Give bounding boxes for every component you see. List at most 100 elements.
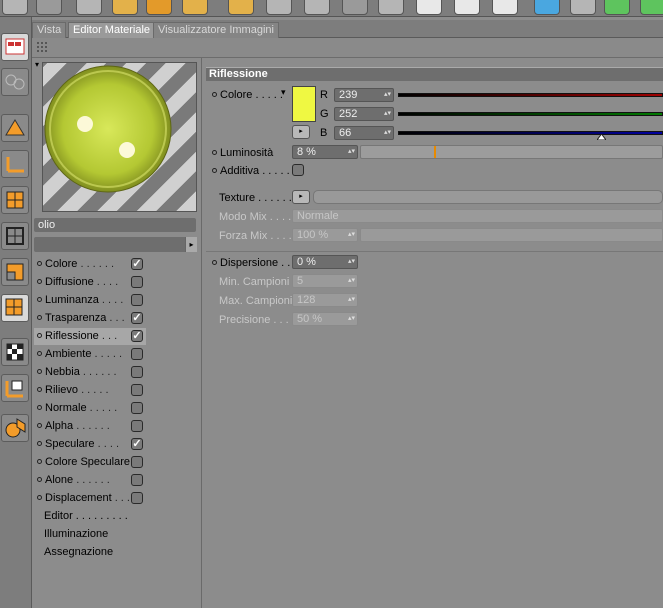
channel-luminanza[interactable]: Luminanza . . . .: [34, 292, 144, 309]
r-slider[interactable]: [398, 93, 663, 97]
array-icon[interactable]: [640, 0, 663, 15]
channel-speculare[interactable]: Speculare . . . . ✓: [34, 436, 144, 453]
scale-icon[interactable]: [146, 0, 172, 15]
tab-visualizzatore-immagini[interactable]: Visualizzatore Immagini: [153, 22, 279, 38]
r-label: R: [320, 89, 328, 101]
channel-alone[interactable]: Alone . . . . . .: [34, 472, 144, 489]
channel-dots: . . . .: [94, 438, 119, 450]
color-swatch[interactable]: [292, 86, 316, 122]
channel-checkbox[interactable]: [131, 456, 143, 468]
render-view-icon[interactable]: [416, 0, 442, 15]
tab-vista[interactable]: Vista: [32, 22, 67, 38]
y-axis-icon[interactable]: [304, 0, 330, 15]
channel-rilievo[interactable]: Rilievo . . . . .: [34, 382, 144, 399]
color-menu-icon[interactable]: ▾: [281, 87, 286, 98]
polygon-icon[interactable]: [1, 68, 29, 96]
mix-mode-select[interactable]: Normale: [292, 209, 663, 223]
channel-checkbox[interactable]: [131, 366, 143, 378]
g-slider[interactable]: [398, 112, 663, 116]
texture-icon[interactable]: [1, 338, 29, 366]
material-name-field[interactable]: olio: [34, 218, 196, 232]
tab-editor-materiale[interactable]: Editor Materiale: [68, 22, 156, 38]
channel-label: Luminanza: [45, 294, 99, 306]
b-field[interactable]: 66 ▴▾: [334, 126, 394, 140]
select-icon[interactable]: [76, 0, 102, 15]
r-field[interactable]: 239 ▴▾: [334, 88, 394, 102]
luminosity-slider-handle[interactable]: [434, 146, 436, 158]
render-settings-icon[interactable]: [492, 0, 518, 15]
channel-displacement[interactable]: Displacement . . .: [34, 490, 144, 507]
editor-item[interactable]: Editor . . . . . . . . .: [44, 508, 128, 525]
luminosity-field[interactable]: 8 % ▴▾: [292, 145, 358, 159]
channel-checkbox[interactable]: [131, 384, 143, 396]
luminosity-slider[interactable]: [360, 145, 663, 159]
channel-checkbox[interactable]: ✓: [131, 438, 143, 450]
g-field[interactable]: 252 ▴▾: [334, 107, 394, 121]
texture-field[interactable]: [313, 190, 663, 204]
render-picture-icon[interactable]: [454, 0, 480, 15]
channel-dot-icon: [37, 351, 42, 357]
layout-icon[interactable]: [1, 33, 29, 61]
channel-checkbox[interactable]: ✓: [131, 330, 143, 342]
material-channels-panel: ▾ olio ▸ Colore . . . . . . ✓ Diffusione .…: [32, 58, 202, 608]
channel-checkbox[interactable]: [131, 294, 143, 306]
b-slider[interactable]: [398, 131, 663, 135]
nurbs-icon[interactable]: [604, 0, 630, 15]
model-icon[interactable]: [1, 114, 29, 142]
channel-checkbox[interactable]: [131, 276, 143, 288]
polygons-icon[interactable]: [1, 258, 29, 286]
channel-alpha[interactable]: Alpha . . . . . .: [34, 418, 144, 435]
illuminazione-item[interactable]: Illuminazione: [44, 526, 108, 543]
precision-field[interactable]: 50 % ▴▾: [292, 312, 358, 326]
points-icon[interactable]: [1, 186, 29, 214]
cube-icon[interactable]: [534, 0, 560, 15]
axis-icon[interactable]: [1, 150, 29, 178]
channel-checkbox[interactable]: [131, 402, 143, 414]
channel-checkbox[interactable]: ✓: [131, 258, 143, 270]
render-icon[interactable]: [2, 0, 28, 15]
channel-properties-panel: Riflessione Colore . . . . . ▾ R 239 ▴▾ G…: [203, 58, 663, 608]
max-samples-field[interactable]: 128 ▴▾: [292, 293, 358, 307]
coordinate-icon[interactable]: [378, 0, 404, 15]
texture-expand-button[interactable]: ▸: [292, 190, 310, 204]
preview-menu-icon[interactable]: ▾: [35, 60, 39, 69]
undo-icon[interactable]: [36, 0, 62, 15]
x-axis-icon[interactable]: [266, 0, 292, 15]
channel-checkbox[interactable]: [131, 492, 143, 504]
z-axis-icon[interactable]: [342, 0, 368, 15]
material-preview[interactable]: [42, 62, 197, 212]
channel-colore[interactable]: Colore . . . . . . ✓: [34, 256, 144, 273]
channel-nebbia[interactable]: Nebbia . . . . . .: [34, 364, 144, 381]
channel-checkbox[interactable]: [131, 474, 143, 486]
channel-checkbox[interactable]: [131, 348, 143, 360]
assegnazione-item[interactable]: Assegnazione: [44, 544, 113, 561]
channel-colore-speculare[interactable]: Colore Speculare: [34, 454, 144, 471]
min-samples-field[interactable]: 5 ▴▾: [292, 274, 358, 288]
channel-checkbox[interactable]: [131, 420, 143, 432]
channel-diffusione[interactable]: Diffusione . . . .: [34, 274, 144, 291]
color-expand-button[interactable]: ▸: [292, 125, 310, 139]
channel-trasparenza[interactable]: Trasparenza . . . ✓: [34, 310, 144, 327]
mix-strength-field[interactable]: 100 % ▴▾: [292, 228, 358, 242]
channel-riflessione[interactable]: Riflessione . . . ✓: [34, 328, 146, 345]
scroll-right-icon[interactable]: ▸: [185, 237, 197, 252]
dispersion-field[interactable]: 0 % ▴▾: [292, 255, 358, 269]
move-icon[interactable]: [112, 0, 138, 15]
edges-icon[interactable]: [1, 222, 29, 250]
grip-icon[interactable]: [37, 42, 49, 54]
channel-checkbox[interactable]: ✓: [131, 312, 143, 324]
channel-label: Normale: [45, 402, 87, 414]
texture-axis-icon[interactable]: [1, 374, 29, 402]
mix-strength-slider[interactable]: [360, 228, 663, 242]
uv-points-icon[interactable]: [1, 294, 29, 322]
sculpt-icon[interactable]: [1, 414, 29, 442]
additive-checkbox[interactable]: [292, 164, 304, 176]
channel-ambiente[interactable]: Ambiente . . . . .: [34, 346, 144, 363]
preview-scrollbar[interactable]: ▸: [34, 237, 197, 252]
b-slider-handle-icon[interactable]: [597, 134, 606, 140]
spline-icon[interactable]: [570, 0, 596, 15]
rotate-icon[interactable]: [182, 0, 208, 15]
channel-normale[interactable]: Normale . . . . .: [34, 400, 144, 417]
channel-label: Alpha: [45, 420, 74, 432]
transform-icon[interactable]: [228, 0, 254, 15]
